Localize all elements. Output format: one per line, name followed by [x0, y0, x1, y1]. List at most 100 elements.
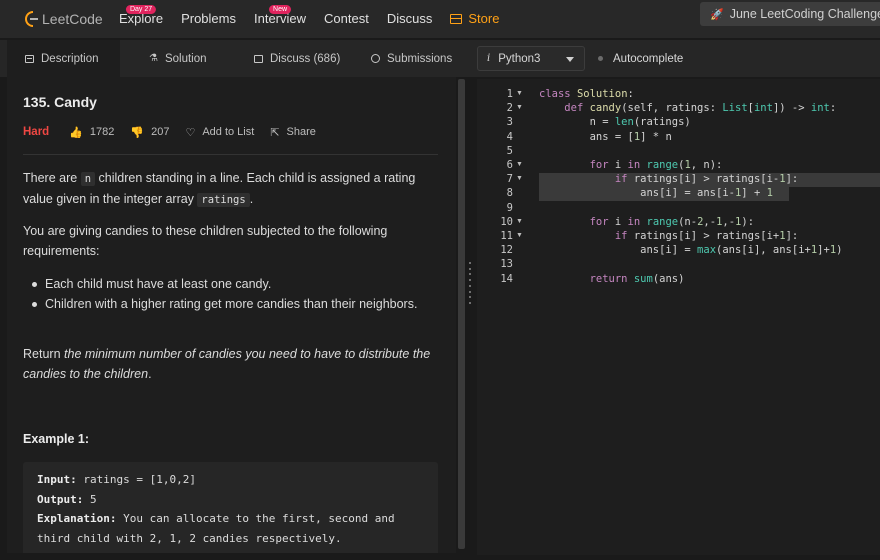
description-icon [25, 54, 34, 63]
list-item: Each child must have at least one candy. [32, 275, 435, 295]
share-icon: ⇱ [270, 126, 280, 139]
top-navbar: LeetCode Explore Day 27 Problems Intervi… [0, 0, 880, 38]
line-number: 6 [506, 159, 513, 171]
line-number: 7 [506, 173, 513, 186]
line-number: 5 [506, 144, 513, 157]
code-line: for i in range(1, n): [589, 159, 723, 171]
line-number: 12 [500, 244, 513, 257]
description-scrollbar[interactable] [458, 79, 465, 549]
language-value: Python3 [498, 52, 541, 65]
dislike-button[interactable]: 👎 207 [130, 126, 169, 139]
share-button[interactable]: ⇱ Share [270, 126, 316, 139]
code-line: class Solution: [539, 88, 634, 100]
add-to-list-button[interactable]: ♡ Add to List [185, 126, 254, 139]
problem-paragraph-1: There are n children standing in a line.… [23, 169, 443, 210]
flask-icon: ⚗ [149, 53, 158, 64]
leetcode-logo[interactable]: LeetCode [24, 11, 106, 27]
rocket-icon: 🚀 [710, 8, 724, 21]
line-number: 10 [500, 215, 513, 228]
code-line: if ratings[i] > ratings[i-1]: [614, 173, 799, 186]
inline-code-n: n [80, 172, 96, 186]
nav-interview[interactable]: Interview New [254, 0, 306, 38]
chevron-down-icon [566, 57, 574, 62]
nav-discuss-label: Discuss [386, 11, 433, 26]
fold-toggle-icon[interactable]: ▼ [516, 90, 523, 97]
nav-store[interactable]: Store [450, 0, 499, 38]
share-label: Share [286, 126, 316, 138]
store-icon [450, 14, 463, 24]
example-input-line: Input: ratings = [1,0,2] [37, 470, 424, 490]
inline-code-ratings: ratings [197, 192, 250, 207]
tab-submissions[interactable]: Submissions [371, 40, 452, 77]
challenge-banner[interactable]: 🚀 June LeetCoding Challenge 2 [700, 2, 880, 26]
pane-resize-handle[interactable] [468, 262, 472, 304]
example-block: Input: ratings = [1,0,2] Output: 5 Expla… [23, 462, 438, 553]
tab-discuss-label: Discuss (686) [270, 52, 341, 65]
tab-submissions-label: Submissions [387, 52, 453, 65]
problem-paragraph-3: Return the minimum number of candies you… [23, 345, 443, 384]
fold-toggle-icon[interactable]: ▼ [516, 175, 523, 182]
autocomplete-toggle[interactable]: Autocomplete [598, 46, 683, 71]
line-number: 2 [506, 102, 513, 115]
nav-contest[interactable]: Contest [324, 0, 369, 38]
problem-meta: Hard 👍 1782 👎 207 ♡ Add to List ⇱ Share [23, 124, 332, 140]
line-number: 11 [500, 230, 513, 242]
fold-toggle-icon[interactable]: ▼ [516, 232, 523, 239]
tab-discuss[interactable]: Discuss (686) [254, 40, 340, 77]
challenge-label: June LeetCoding Challenge 2 [729, 7, 880, 21]
fold-toggle-icon[interactable]: ▼ [516, 104, 523, 111]
difficulty-badge: Hard [23, 126, 50, 138]
line-number: 8 [506, 187, 513, 200]
info-icon: i [487, 53, 491, 64]
example-input-label: Input: [37, 473, 77, 486]
line-number: 9 [506, 201, 513, 214]
dislikes-count: 207 [151, 126, 170, 138]
code-line: for i in range(n-2,-1,-1): [589, 215, 755, 228]
clock-icon [371, 54, 380, 63]
heart-icon: ♡ [185, 126, 196, 139]
example-title: Example 1: [23, 432, 90, 446]
fold-toggle-icon[interactable]: ▼ [516, 161, 523, 168]
nav-problems-label: Problems [181, 11, 236, 26]
nav-explore[interactable]: Explore Day 27 [119, 0, 163, 38]
code-line: return sum(ans) [589, 272, 685, 285]
autocomplete-label: Autocomplete [613, 52, 684, 65]
example-output-line: Output: 5 [37, 490, 424, 510]
add-to-list-label: Add to List [202, 126, 255, 138]
fold-toggle-icon[interactable]: ▼ [516, 218, 523, 225]
code-line: ans = [1] * n [539, 130, 672, 143]
autocomplete-status-dot [598, 56, 603, 61]
line-number: 13 [500, 258, 513, 271]
thumbs-down-icon: 👎 [130, 126, 145, 139]
line-number: 14 [500, 272, 513, 285]
tab-description[interactable]: Description [7, 40, 120, 77]
requirements-list: Each child must have at least one candy.… [32, 275, 435, 314]
line-number: 3 [506, 116, 513, 129]
example-explanation-line: Explanation: You can allocate to the fir… [37, 509, 424, 548]
nav-contest-label: Contest [324, 11, 369, 26]
problem-description-pane: 135. Candy Hard 👍 1782 👎 207 ♡ Add to Li… [7, 77, 456, 553]
example-explanation-label: Explanation: [37, 512, 117, 525]
like-button[interactable]: 👍 1782 [69, 126, 114, 139]
problem-tabs-bar: Description ⚗ Solution Discuss (686) Sub… [0, 40, 880, 77]
p3-text-b: the minimum number of candies you need t… [23, 347, 431, 381]
tab-description-label: Description [41, 52, 99, 65]
code-line: if ratings[i] > ratings[i+1]: [614, 230, 799, 242]
thumbs-up-icon: 👍 [69, 126, 83, 139]
p3-text-c: . [148, 366, 152, 381]
code-line: def candy(self, ratings: List[int]) -> i… [564, 102, 837, 115]
tab-solution[interactable]: ⚗ Solution [149, 40, 207, 77]
nav-problems[interactable]: Problems [181, 0, 236, 38]
nav-discuss[interactable]: Discuss [387, 0, 433, 38]
nav-explore-badge: Day 27 [125, 5, 157, 14]
code-editor[interactable]: class Solution: def candy(self, ratings:… [477, 79, 880, 555]
code-line: ans[i] = ans[i-1] + 1 [539, 187, 773, 200]
language-select[interactable]: i Python3 [477, 46, 585, 71]
p1-text-c: . [249, 191, 254, 206]
leetcode-logo-icon [24, 11, 38, 27]
tab-solution-label: Solution [164, 52, 207, 65]
nav-store-label: Store [468, 11, 500, 26]
likes-count: 1782 [89, 126, 115, 138]
code-line: n = len(ratings) [539, 116, 691, 129]
example-output-label: Output: [37, 492, 84, 506]
